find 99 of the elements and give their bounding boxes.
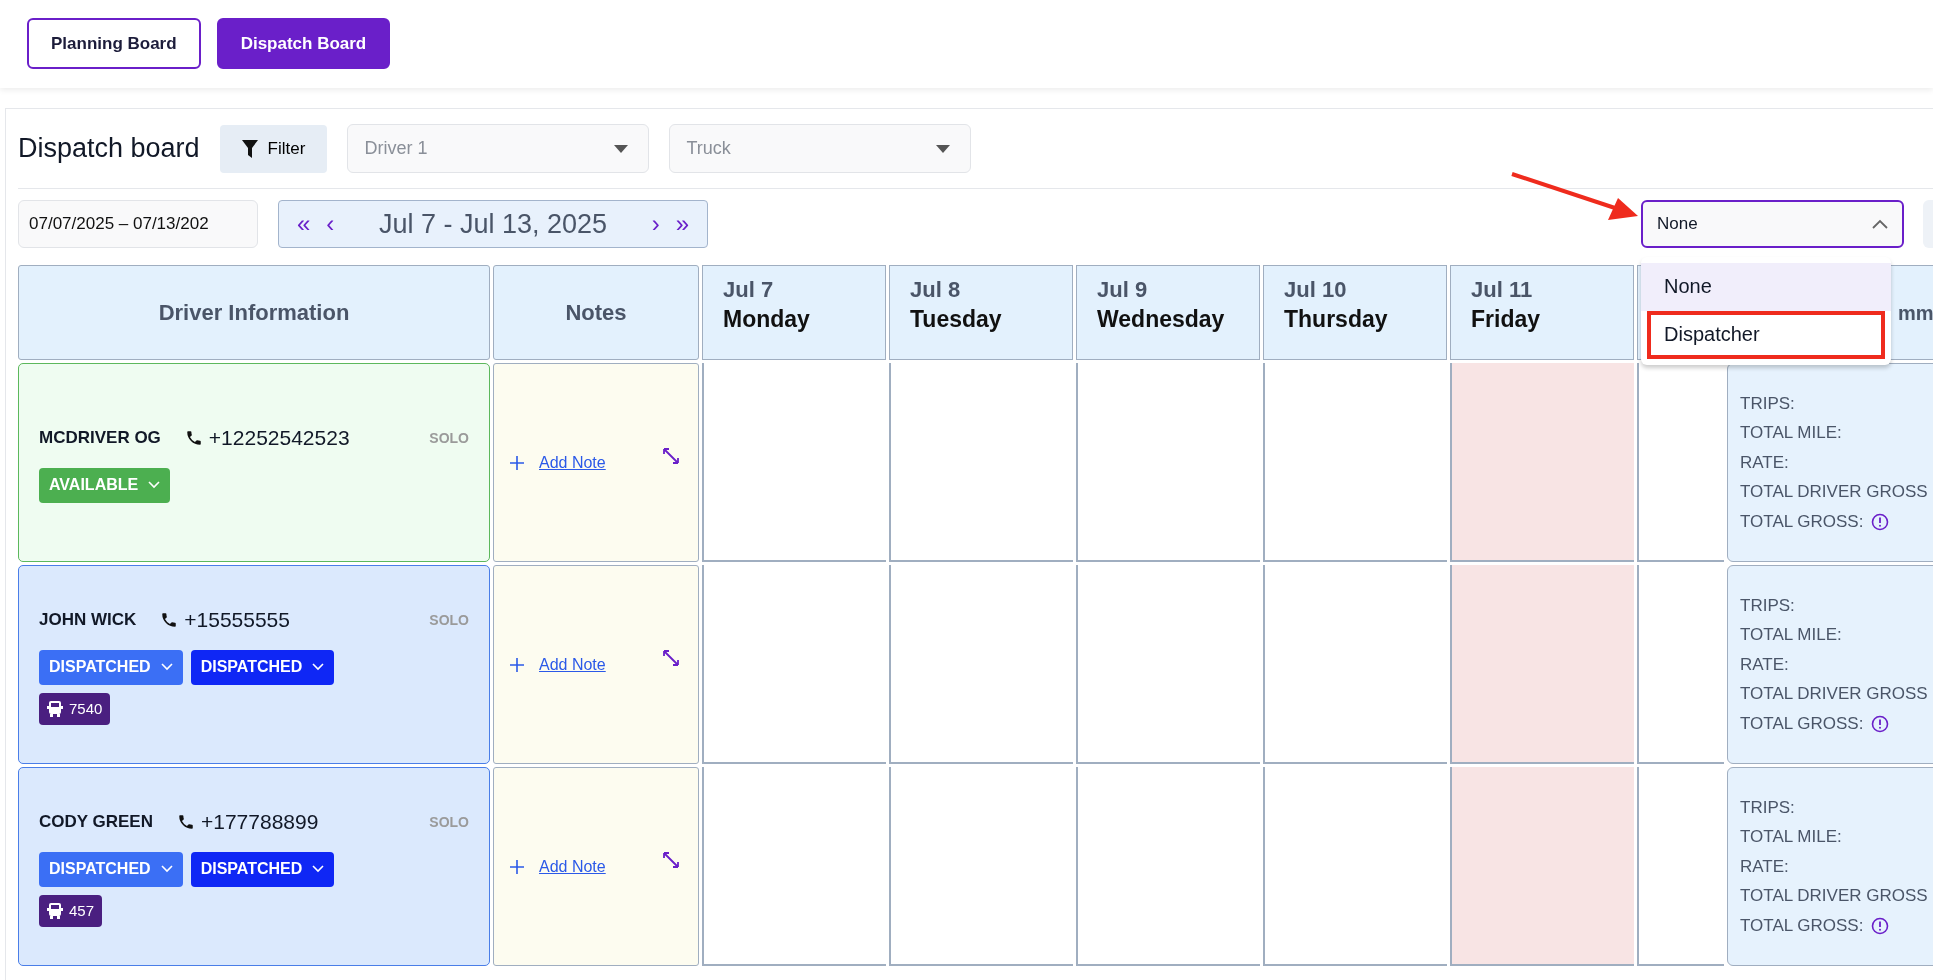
day-cell[interactable] — [1637, 767, 1724, 966]
plus-icon — [509, 454, 525, 471]
day-date: Jul 7 — [723, 276, 775, 304]
summary-label: RATE: — [1740, 653, 1789, 676]
driver-name: JOHN WICK — [39, 609, 137, 632]
day-cell[interactable] — [702, 565, 886, 764]
previous-button[interactable]: ‹ — [318, 212, 343, 236]
plus-icon — [509, 656, 525, 673]
summary-label: TOTAL GROSS: — [1740, 712, 1864, 735]
day-cell[interactable] — [889, 565, 1073, 764]
day-date: Jul 10 — [1284, 276, 1348, 304]
day-name: Friday — [1471, 304, 1542, 334]
page-title: Dispatch board — [18, 132, 200, 165]
board-tab[interactable]: Dispatch Board — [216, 18, 391, 69]
day-cell[interactable] — [1637, 363, 1724, 562]
summary-label: RATE: — [1740, 451, 1789, 474]
status-dropdown[interactable]: DISPATCHED — [190, 649, 335, 685]
info-icon[interactable] — [1871, 714, 1890, 733]
add-note-link[interactable]: Add Note — [539, 450, 606, 475]
summary-label: TOTAL DRIVER GROSS — [1740, 481, 1928, 504]
info-icon[interactable] — [1871, 512, 1890, 531]
day-cell[interactable] — [1450, 565, 1634, 764]
column-header: Driver Information — [18, 265, 490, 360]
day-cell[interactable] — [1076, 363, 1260, 562]
add-note-link[interactable]: Add Note — [539, 652, 606, 677]
day-cell[interactable] — [1450, 363, 1634, 562]
driver-name: MCDRIVER OG — [39, 427, 161, 450]
summary-label: TOTAL GROSS: — [1740, 510, 1864, 533]
filter-button[interactable]: Filter — [219, 124, 328, 173]
chevron-icon — [312, 663, 325, 672]
week-label: Jul 7 - Jul 13, 2025 — [377, 207, 609, 241]
day-date: Jul 9 — [1097, 276, 1149, 304]
status-dropdown[interactable]: DISPATCHED — [39, 851, 183, 887]
chevron-icon — [160, 865, 173, 874]
phone-number: +12252542523 — [208, 425, 350, 452]
role-select[interactable]: None — [1641, 200, 1904, 248]
board-tab[interactable]: Planning Board — [27, 18, 201, 69]
day-cell[interactable] — [1263, 565, 1447, 764]
summary-label: TOTAL MILE: — [1740, 826, 1842, 849]
truck-badge: 7540 — [39, 692, 111, 725]
truck-icon — [47, 699, 63, 718]
phone-number: +177788899 — [201, 809, 319, 836]
last-page-button[interactable]: » — [667, 212, 697, 236]
column-header: Notes — [493, 265, 699, 360]
summary-label: TRIPS: — [1740, 594, 1795, 617]
day-cell[interactable] — [702, 363, 886, 562]
day-name: Wednesday — [1097, 304, 1226, 334]
day-cell[interactable] — [1450, 767, 1634, 966]
driver-name: CODY GREEN — [39, 811, 153, 834]
team-label: SOLO — [429, 428, 469, 448]
phone-icon — [160, 611, 179, 629]
date-range-field[interactable]: 07/07/2025 – 07/13/202 — [18, 200, 258, 248]
expand-icon[interactable] — [662, 850, 680, 869]
day-cell[interactable] — [889, 363, 1073, 562]
day-cell[interactable] — [1076, 767, 1260, 966]
truck-icon — [47, 901, 63, 920]
day-cell[interactable] — [1076, 565, 1260, 764]
day-cell[interactable] — [702, 767, 886, 966]
next-button[interactable]: › — [643, 212, 668, 236]
team-label: SOLO — [429, 610, 469, 630]
expand-icon[interactable] — [662, 446, 680, 465]
first-page-button[interactable]: « — [289, 212, 319, 236]
day-cell[interactable] — [1637, 565, 1724, 764]
summary-label: TOTAL MILE: — [1740, 624, 1842, 647]
day-date: Jul 8 — [910, 276, 962, 304]
caret-icon — [614, 144, 629, 153]
truck-badge: 457 — [39, 894, 103, 927]
info-icon[interactable] — [1871, 916, 1890, 935]
phone-icon — [184, 429, 203, 447]
dropdown-option[interactable]: None — [1641, 263, 1891, 311]
add-note-link[interactable]: Add Note — [539, 854, 606, 879]
summary-label: TOTAL DRIVER GROSS — [1740, 683, 1928, 706]
day-cell[interactable] — [1263, 363, 1447, 562]
day-cell[interactable] — [889, 767, 1073, 966]
chevron-icon — [148, 481, 161, 490]
plus-icon — [509, 858, 525, 875]
day-name: Monday — [723, 304, 811, 334]
summary-label: TOTAL DRIVER GROSS — [1740, 885, 1928, 908]
chevron-icon — [1872, 219, 1888, 229]
status-dropdown[interactable]: DISPATCHED — [39, 649, 183, 685]
expand-icon[interactable] — [662, 648, 680, 667]
status-dropdown[interactable]: DISPATCHED — [190, 851, 335, 887]
chevron-icon — [312, 865, 325, 874]
caret-icon — [936, 144, 951, 153]
summary-label: TOTAL MILE: — [1740, 422, 1842, 445]
phone-icon — [177, 813, 195, 831]
summary-label: TRIPS: — [1740, 392, 1795, 415]
day-name: Thursday — [1284, 304, 1389, 334]
day-cell[interactable] — [1263, 767, 1447, 966]
summary-label: TRIPS: — [1740, 796, 1795, 819]
filter-icon — [241, 139, 258, 158]
summary-label: RATE: — [1740, 855, 1789, 878]
day-name: Tuesday — [910, 304, 1003, 334]
chevron-icon — [160, 663, 173, 672]
team-label: SOLO — [429, 812, 469, 832]
summary-label: TOTAL GROSS: — [1740, 914, 1864, 937]
day-date: Jul 11 — [1471, 276, 1534, 304]
phone-number: +15555555 — [184, 607, 290, 634]
dropdown-option[interactable]: Dispatcher — [1647, 311, 1885, 359]
